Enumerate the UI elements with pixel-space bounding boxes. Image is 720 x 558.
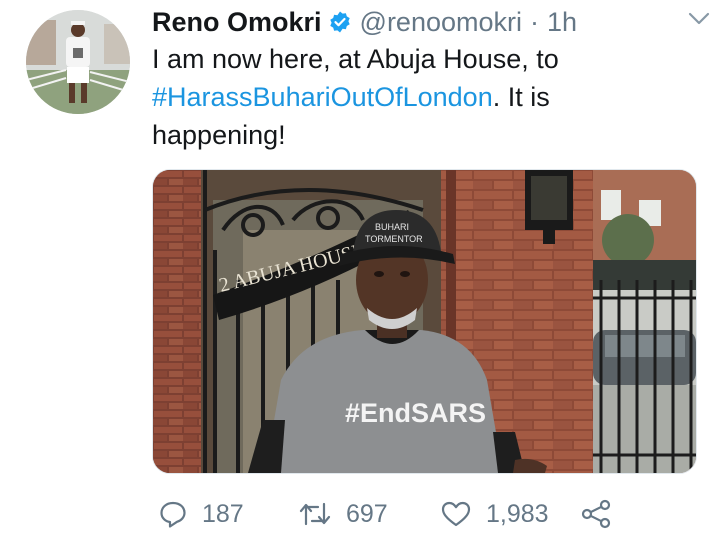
shirt-text: #EndSARS [345, 398, 486, 428]
verified-badge-icon [329, 11, 350, 33]
tweet-text-line: #HarassBuhariOutOfLondon. It is [152, 78, 692, 116]
retweet-icon [299, 502, 331, 526]
tweet-text-line: happening! [152, 120, 286, 150]
meta-separator: · [530, 6, 539, 37]
tweet-time[interactable]: 1h [547, 7, 577, 38]
retweet-count: 697 [346, 499, 388, 528]
avatar[interactable] [26, 10, 130, 114]
like-count: 1,983 [486, 499, 549, 528]
tweet-actions: 187 697 1,983 [152, 492, 632, 536]
tweet-text: I am now here, at Abuja House, to #Haras… [152, 40, 692, 154]
tweet-text-fragment: . It is [492, 82, 550, 112]
share-icon [581, 499, 611, 529]
reply-button[interactable]: 187 [158, 492, 244, 536]
chevron-down-icon[interactable] [686, 6, 712, 32]
avatar-image [26, 10, 130, 114]
author-handle[interactable]: @renoomokri [360, 7, 522, 38]
tweet-header: Reno Omokri @renoomokri · 1h [152, 4, 700, 40]
share-button[interactable] [580, 492, 612, 536]
cap-text: BUHARI [375, 222, 409, 232]
reply-count: 187 [202, 499, 244, 528]
hashtag-link[interactable]: #HarassBuhariOutOfLondon [152, 82, 493, 112]
reply-icon [160, 501, 186, 528]
cap-text: TORMENTOR [365, 234, 423, 244]
author-name[interactable]: Reno Omokri [152, 7, 322, 38]
retweet-button[interactable]: 697 [298, 492, 388, 536]
like-button[interactable]: 1,983 [440, 492, 549, 536]
photo-illustration: 2 ABUJA HOUSE #EndSARS BUHARI TORMENTOR [153, 170, 696, 473]
tweet-text-line: I am now here, at Abuja House, to [152, 44, 559, 74]
like-icon [441, 501, 471, 527]
tweet-media-photo[interactable]: 2 ABUJA HOUSE #EndSARS BUHARI TORMENTOR [152, 169, 697, 474]
